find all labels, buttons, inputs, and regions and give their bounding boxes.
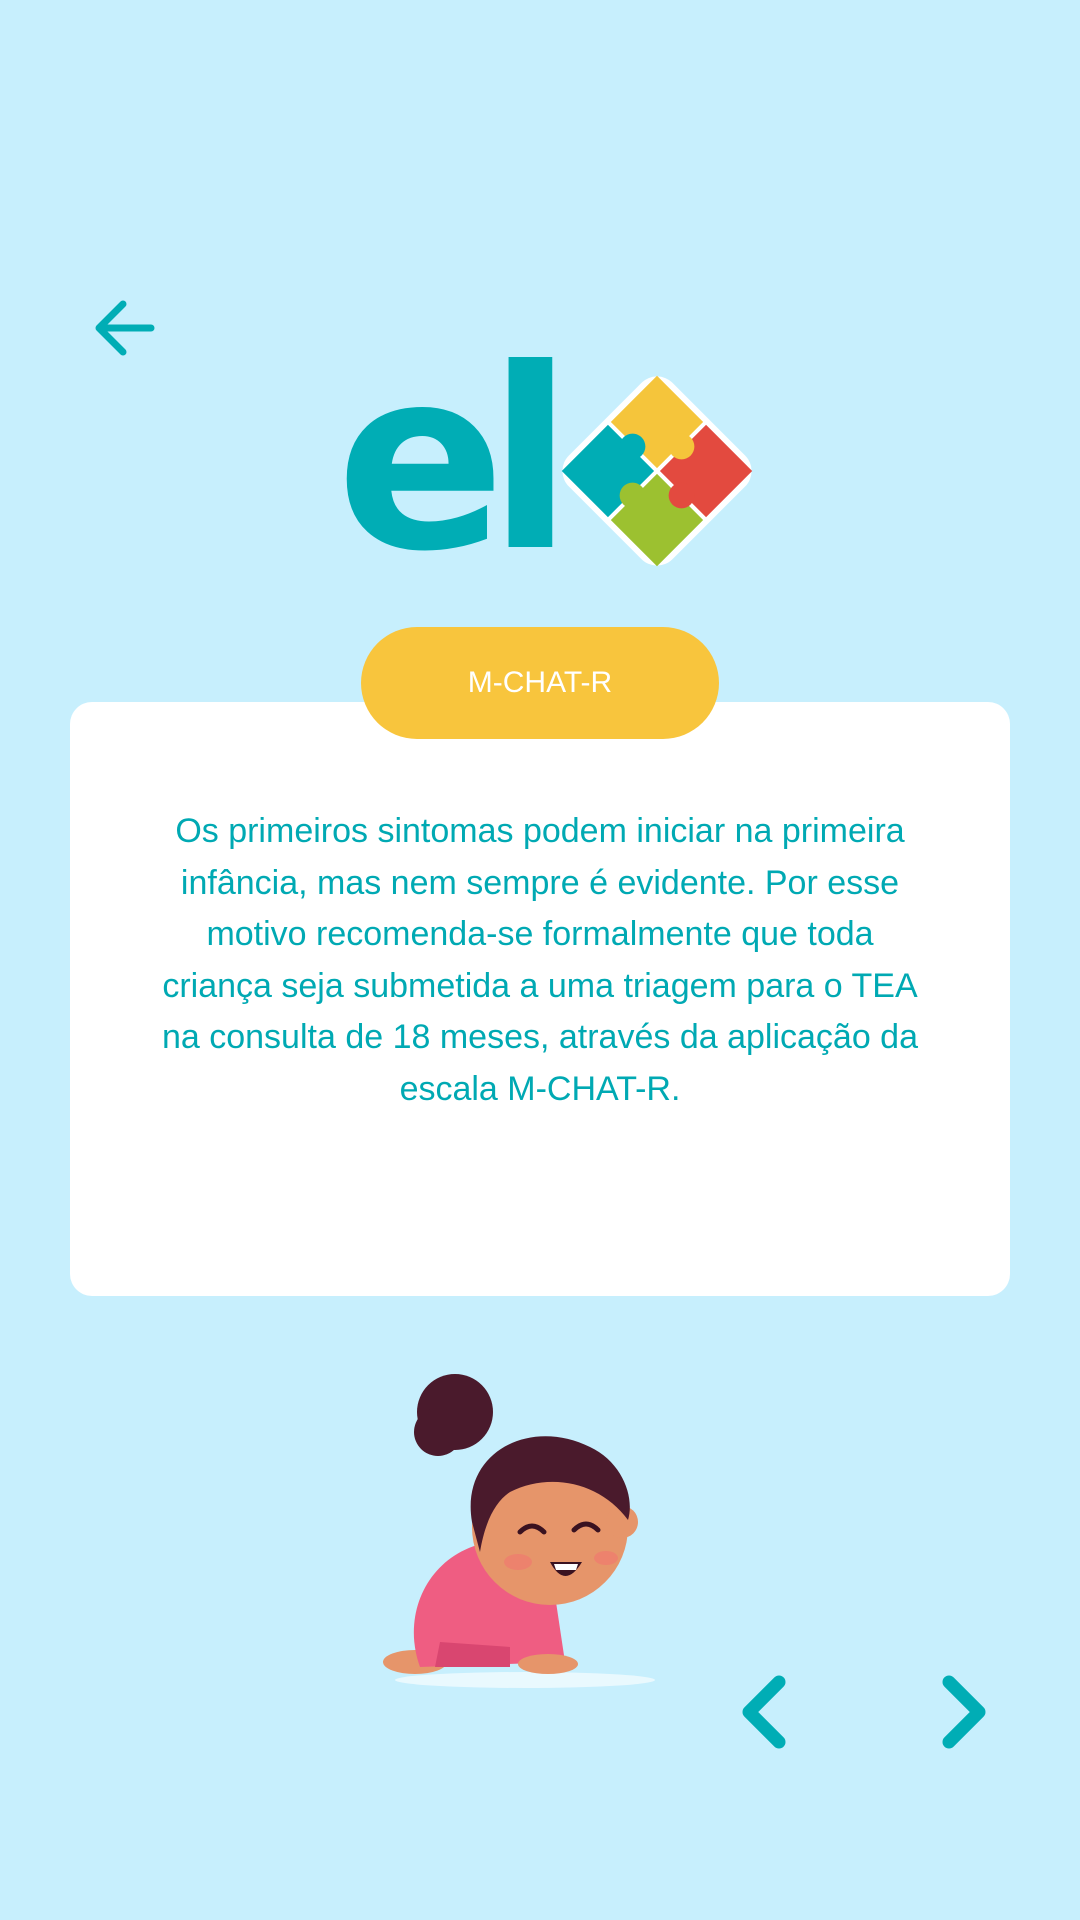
crawling-baby-illustration [383, 1374, 655, 1688]
chevron-left-icon [742, 1675, 786, 1749]
info-text: Os primeiros sintomas podem iniciar na p… [161, 812, 919, 1108]
back-button[interactable] [84, 288, 164, 368]
puzzle-pieces-icon [561, 375, 753, 567]
next-button[interactable] [930, 1672, 1000, 1752]
info-card: Os primeiros sintomas podem iniciar na p… [70, 702, 1010, 1296]
chevron-right-icon [942, 1675, 986, 1749]
app-logo: el [336, 336, 756, 586]
previous-button[interactable] [728, 1672, 798, 1752]
arrow-left-icon [95, 300, 155, 356]
logo-wordmark: el [336, 315, 573, 606]
scale-badge: M-CHAT-R [361, 627, 719, 739]
